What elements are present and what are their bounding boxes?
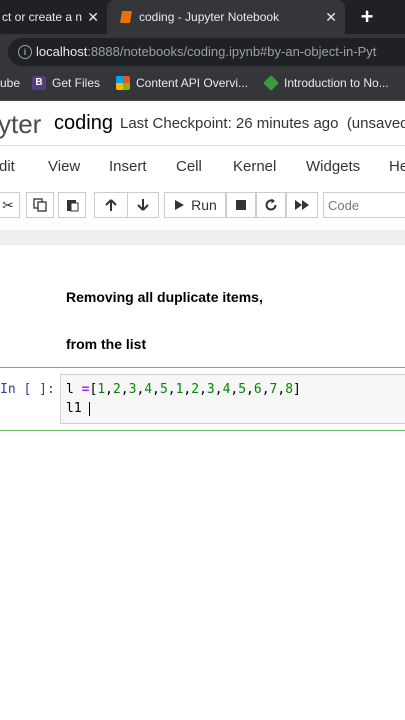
unsaved-text: (unsaved c [346,115,405,132]
copy-button[interactable] [26,192,54,218]
bookmarks-bar: ube B Get Files Content API Overvi... In… [0,70,405,101]
interrupt-button[interactable] [226,192,256,218]
notebook-container [0,245,405,720]
new-tab-button[interactable]: + [356,6,378,28]
address-bar: i localhost:8888/notebooks/coding.ipynb#… [0,34,405,70]
move-down-button[interactable] [127,192,159,218]
tab-title: coding - Jupyter Notebook [139,10,280,24]
url-path: :8888/notebooks/coding.ipynb#by-an-objec… [87,44,377,59]
browser-tab-inactive[interactable]: ct or create a n ✕ [0,0,107,34]
run-all-button[interactable] [286,192,318,218]
close-icon[interactable]: ✕ [325,9,337,25]
code-number: 1 [97,382,106,397]
notebook-toolbar: ✂ Run Code [0,190,405,222]
url-host: localhost [36,44,88,59]
cut-button[interactable]: ✂ [0,192,20,218]
code-text: l1 [66,401,90,416]
markdown-cell-line[interactable]: from the list [66,336,146,352]
arrow-up-icon [105,199,117,211]
bookmark-content-api[interactable]: Content API Overvi... [116,76,248,90]
bookmark-label: Get Files [52,76,101,90]
code-comma: , [246,382,254,397]
markdown-cell-line[interactable]: Removing all duplicate items, [66,289,263,305]
bookmark-label: Content API Overvi... [136,76,249,90]
stop-icon [236,200,246,210]
close-icon[interactable]: ✕ [87,9,99,25]
cell-type-select[interactable]: Code [323,192,405,218]
notebook-favicon-icon [119,11,133,23]
notebook-background [0,230,405,245]
code-var: l [66,382,74,397]
url-input[interactable]: i localhost:8888/notebooks/coding.ipynb#… [8,38,405,66]
code-number: 8 [285,382,294,397]
play-icon [175,200,185,210]
code-line-1: l =[1,2,3,4,5,1,2,3,4,5,6,7,8] [66,382,301,397]
url-text: localhost:8888/notebooks/coding.ipynb#by… [36,44,376,59]
code-bracket: ] [293,382,301,397]
menu-view[interactable]: View [48,158,80,175]
microsoft-icon [116,76,130,90]
code-number: 3 [206,382,215,397]
checkpoint-text: Last Checkpoint: 26 minutes ago [120,115,339,132]
code-cell[interactable]: In [ ]: l =[1,2,3,4,5,1,2,3,4,5,6,7,8] l… [0,367,405,431]
jupyter-header: yter coding Last Checkpoint: 26 minutes … [0,101,405,145]
restart-button[interactable] [256,192,286,218]
text-cursor [89,401,91,416]
bootstrap-icon: B [32,76,46,90]
menu-widgets[interactable]: Widgets [306,158,360,175]
run-button[interactable]: Run [164,192,226,218]
bookmark-introduction[interactable]: Introduction to No... [263,75,389,91]
code-editor[interactable]: l =[1,2,3,4,5,1,2,3,4,5,6,7,8] l1 [60,374,405,424]
menu-help[interactable]: He [389,158,405,175]
code-line-2: l1 [66,401,91,416]
bookmark-label: ube [0,76,21,90]
checkpoint-status: Last Checkpoint: 26 minutes ago (unsaved… [120,115,405,132]
fast-forward-icon [295,200,309,210]
code-comma: , [152,382,160,397]
move-up-button[interactable] [94,192,128,218]
bookmark-label: Introduction to No... [284,76,389,90]
menu-cell[interactable]: Cell [176,158,202,175]
browser-tab-strip: ct or create a n ✕ coding - Jupyter Note… [0,0,405,34]
input-prompt: In [ ]: [0,382,55,397]
code-number: 4 [144,382,153,397]
scissors-icon: ✂ [2,196,14,213]
code-comma: , [105,382,113,397]
cube-icon [263,75,279,91]
menu-bar: dit View Insert Cell Kernel Widgets He [0,152,405,182]
code-comma: , [199,382,207,397]
restart-icon [265,198,277,211]
bookmark-youtube[interactable]: ube [0,76,20,90]
code-number: 2 [112,382,121,397]
paste-icon [67,200,79,212]
paste-button[interactable] [58,192,86,218]
code-comma: , [261,382,270,397]
arrow-down-icon [137,199,149,211]
code-comma: , [167,382,176,397]
info-icon[interactable]: i [18,45,32,59]
code-comma: , [120,382,129,397]
code-values: 1,2,3,4,5,1,2,3,4,5,6,7,8 [97,382,293,397]
jupyter-logo[interactable]: yter [0,109,41,140]
tab-title: ct or create a n [2,10,83,24]
menu-kernel[interactable]: Kernel [233,158,276,175]
browser-tab-active[interactable]: coding - Jupyter Notebook ✕ [107,0,345,34]
code-number: 6 [253,382,262,397]
run-label: Run [191,197,217,213]
code-number: 5 [238,382,247,397]
bookmark-get-files[interactable]: B Get Files [32,76,100,90]
code-number: 2 [191,382,200,397]
copy-icon [33,198,47,212]
header-divider [0,145,405,146]
notebook-name[interactable]: coding [54,112,113,135]
code-number: 5 [159,382,168,397]
menu-edit[interactable]: dit [0,158,15,175]
menu-insert[interactable]: Insert [109,158,147,175]
code-comma: , [277,382,286,397]
code-comma: , [214,382,223,397]
